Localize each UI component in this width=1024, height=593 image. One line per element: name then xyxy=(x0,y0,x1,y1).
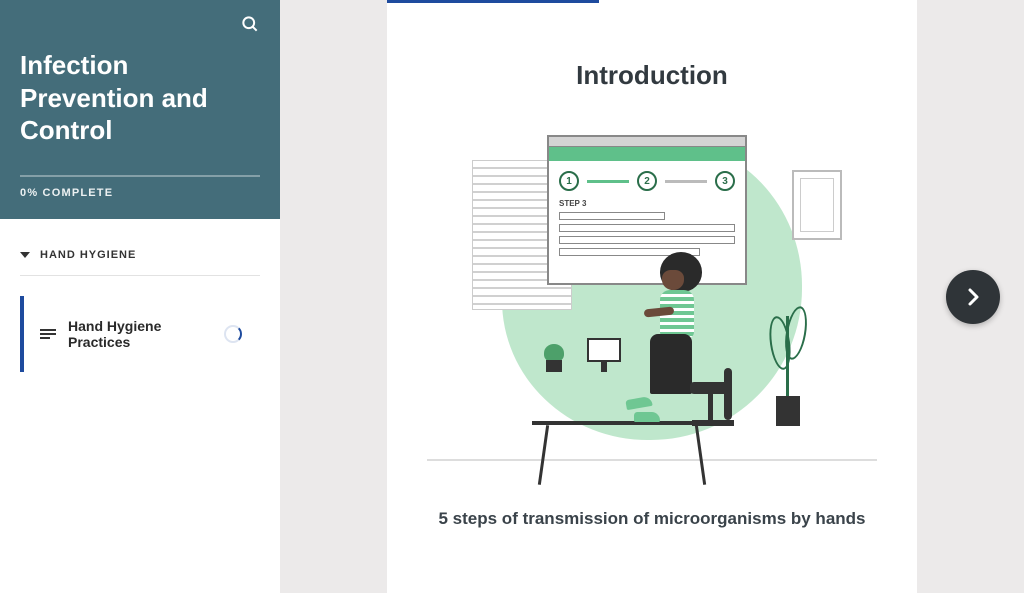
picture-frame-graphic xyxy=(792,170,842,240)
step-circle-2: 2 xyxy=(637,171,657,191)
lesson-item-hand-hygiene-practices[interactable]: Hand Hygiene Practices xyxy=(20,296,260,372)
progress-bar xyxy=(20,175,260,177)
next-button[interactable] xyxy=(946,270,1000,324)
lesson-subtitle: 5 steps of transmission of microorganism… xyxy=(427,509,877,529)
person-graphic xyxy=(632,252,732,422)
page-progress-indicator xyxy=(387,0,599,3)
intro-illustration: 1 2 3 STEP 3 xyxy=(427,121,877,461)
progress-label: 0% COMPLETE xyxy=(20,187,260,199)
chevron-right-icon xyxy=(961,285,985,309)
monitor-graphic xyxy=(587,338,621,362)
step-circle-3: 3 xyxy=(715,171,735,191)
sidebar: Infection Prevention and Control 0% COMP… xyxy=(0,0,280,593)
lesson-page: Introduction 1 2 xyxy=(387,0,917,593)
caret-down-icon xyxy=(20,252,30,258)
step-circle-1: 1 xyxy=(559,171,579,191)
search-icon[interactable] xyxy=(240,14,260,39)
sidebar-header: Infection Prevention and Control 0% COMP… xyxy=(0,0,280,219)
text-lines-icon xyxy=(40,329,56,339)
lesson-label: Hand Hygiene Practices xyxy=(68,318,224,350)
section-header-hand-hygiene[interactable]: HAND HYGIENE xyxy=(20,249,260,276)
section-title: HAND HYGIENE xyxy=(40,249,136,261)
step-label: STEP 3 xyxy=(559,199,735,208)
content-area: Introduction 1 2 xyxy=(280,0,1024,593)
loading-spinner-icon xyxy=(224,325,242,343)
course-title: Infection Prevention and Control xyxy=(20,49,260,147)
progress-block: 0% COMPLETE xyxy=(20,175,260,199)
page-title: Introduction xyxy=(427,60,877,91)
large-plant-graphic xyxy=(764,306,812,426)
